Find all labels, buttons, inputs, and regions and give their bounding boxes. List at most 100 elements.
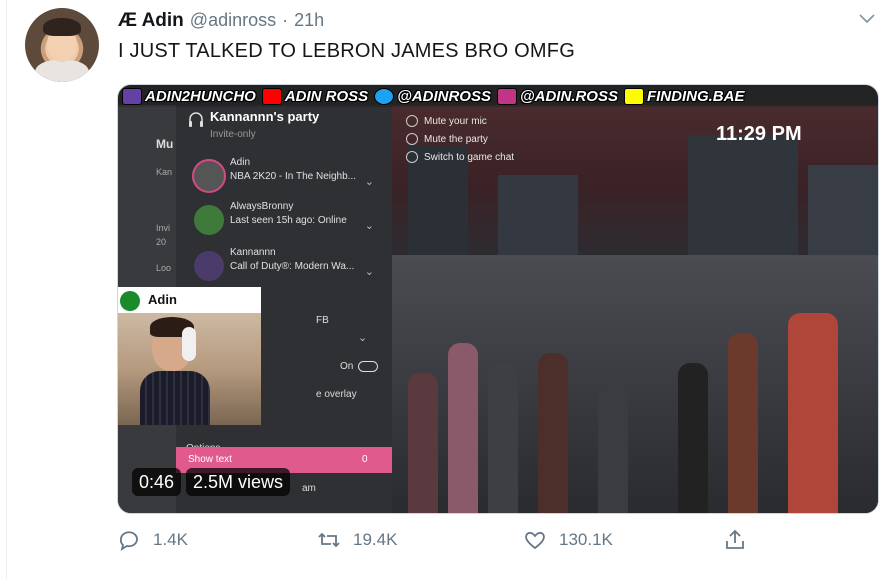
chevron-down-icon[interactable]: ⌄ [365,175,374,188]
twitter-icon [374,87,395,105]
button-b-icon [406,151,418,163]
banner-label: FINDING.BAE [646,87,745,105]
avatar-hair [43,18,81,36]
control-row[interactable]: Mute your mic [406,115,514,127]
headphones-icon [182,327,196,361]
tweet-time[interactable]: 21h [294,10,324,31]
like-button[interactable]: 130.1K [523,528,613,552]
scene-player [408,373,438,513]
scene-player [728,333,758,513]
reply-count: 1.4K [153,530,188,549]
video-views: 2.5M views [186,468,291,496]
avatar[interactable] [25,8,99,82]
member-name: Adin [230,157,251,168]
show-text-label: Show text [188,454,232,465]
panel-fragment: Invi [156,223,171,233]
banner-item: FINDING.BAE [623,87,745,105]
control-label: Switch to game chat [424,151,515,163]
webcam-header: Adin [118,287,261,313]
share-icon [726,529,744,549]
bottom-fragment: am [302,483,316,494]
youtube-icon [261,87,282,105]
party-controls: Mute your mic Mute the party Switch to g… [406,115,514,169]
panel-fragment: Mu [156,137,174,151]
toggle-label: On [340,361,354,372]
panel-fragment: Loo [156,263,172,273]
tweet-header: Æ Adin @adinross · 21h [118,10,324,32]
overlay-toggle[interactable] [358,361,378,372]
author-handle[interactable]: @adinross [190,10,276,31]
scene-player [788,313,838,513]
snapchat-icon [623,87,644,105]
scene-player [678,363,708,513]
banner-item: ADIN2HUNCHO [122,87,256,105]
member-avatar [192,249,226,283]
avatar-shirt [35,60,89,82]
banner-label: @ADIN.ROSS [520,87,618,105]
tweet-actions: 1.4K 19.4K 130.1K [117,528,757,558]
scene-player [448,343,478,513]
banner-label: ADIN ROSS [284,87,369,105]
scene-building [498,175,578,265]
member-status: Call of Duty®: Modern Wa... [230,261,355,272]
video-duration: 0:46 [132,468,182,496]
banner-item: ADIN ROSS [261,87,369,105]
webcam-name: Adin [148,292,177,307]
stream-banner: ADIN2HUNCHO ADIN ROSS @ADINROSS @ADIN.RO… [118,85,878,107]
header-separator: · [282,10,289,30]
timeline-border [6,0,7,579]
webcam-jersey [140,371,210,425]
banner-label: ADIN2HUNCHO [145,87,256,105]
member-status: NBA 2K20 - In The Neighb... [230,171,357,182]
chevron-down-icon[interactable]: ⌄ [358,331,367,344]
instagram-icon [497,87,517,105]
overlay-fragment: e overlay [316,389,357,400]
scene-player [488,363,518,513]
party-member[interactable]: Kannannn Call of Duty®: Modern Wa... ⌄ [186,245,386,285]
panel-fragment: Kan [156,167,173,177]
chevron-down-icon[interactable]: ⌄ [365,219,374,232]
banner-label: @ADINROSS [397,87,491,105]
game-clock: 11:29 PM [716,123,802,145]
party-member[interactable]: AlwaysBronny Last seen 15h ago: Online ⌄ [186,199,386,239]
webcam-overlay: Adin [118,287,261,425]
show-text-value: 0 [362,454,368,465]
button-y-icon [406,115,418,127]
reply-icon [119,531,138,551]
member-status: Last seen 15h ago: Online [230,215,347,226]
control-label: Mute your mic [424,115,487,127]
party-subtitle: Invite-only [210,129,256,140]
scene-player [598,383,628,513]
like-count: 130.1K [559,530,613,549]
member-avatar [192,159,226,193]
author-name[interactable]: Æ Adin [118,10,184,32]
control-label: Mute the party [424,133,488,145]
chevron-down-icon[interactable] [858,12,876,26]
banner-item: @ADIN.ROSS [497,87,618,105]
scene-building [688,135,798,265]
button-x-icon [406,133,418,145]
banner-item: @ADINROSS [374,87,491,105]
party-title: Kannannn's party [210,109,320,124]
scene-building [808,165,878,265]
twitch-icon [122,87,142,105]
member-avatar [192,203,226,237]
reply-button[interactable]: 1.4K [117,528,188,552]
scene-court [388,255,878,513]
tweet[interactable]: Æ Adin @adinross · 21h I JUST TALKED TO … [0,0,895,579]
retweet-icon [318,532,340,548]
chevron-down-icon[interactable]: ⌄ [365,265,374,278]
share-button[interactable] [723,528,747,552]
headset-icon [189,112,203,127]
video-player[interactable]: Mu Kan Invi 20 Loo Kannannn's party Invi… [117,84,879,514]
heart-icon [525,531,545,550]
party-member[interactable]: Adin NBA 2K20 - In The Neighb... ⌄ [186,155,386,195]
xbox-logo-icon [120,291,140,311]
member-name: Kannannn [230,247,276,258]
control-row[interactable]: Switch to game chat [406,151,514,163]
fb-fragment: FB [316,315,329,326]
member-name: AlwaysBronny [230,201,294,212]
control-row[interactable]: Mute the party [406,133,514,145]
retweet-button[interactable]: 19.4K [317,528,397,552]
panel-fragment: 20 [156,237,167,247]
